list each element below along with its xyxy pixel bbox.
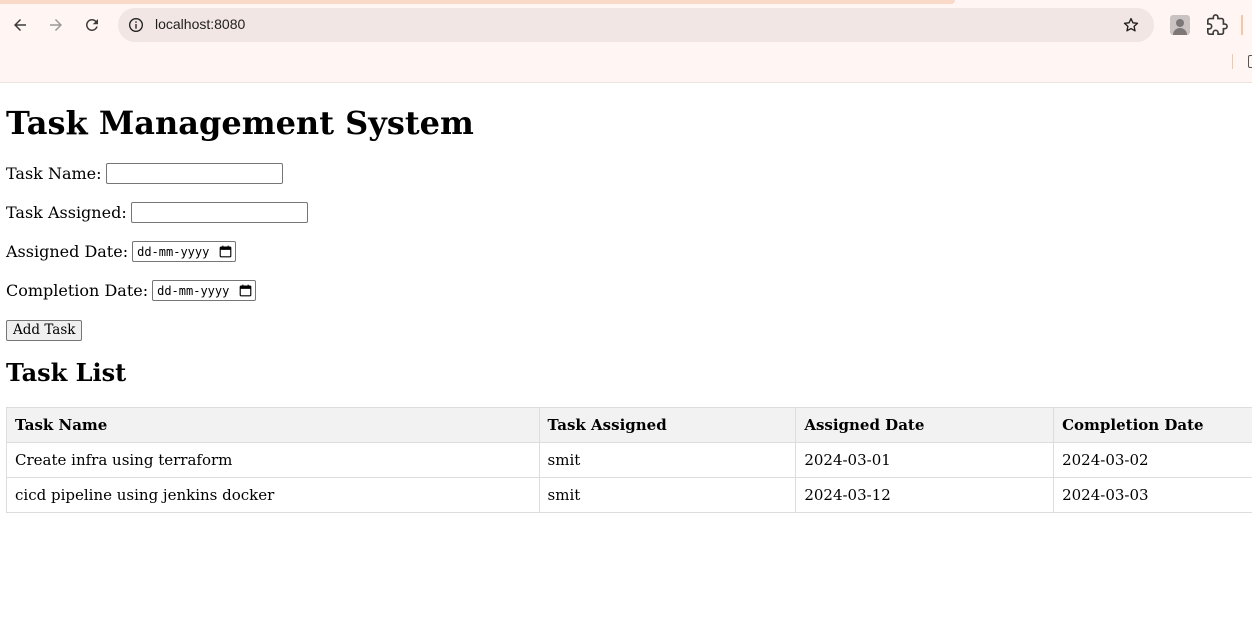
header-assigned-date: Assigned Date bbox=[795, 407, 1055, 443]
header-task-name: Task Name bbox=[6, 407, 540, 443]
table-header-row: Task Name Task Assigned Assigned Date Co… bbox=[6, 407, 1252, 443]
task-table: Task Name Task Assigned Assigned Date Co… bbox=[6, 407, 1252, 513]
task-assigned-label: Task Assigned: bbox=[6, 202, 127, 222]
cell-task-name: cicd pipeline using jenkins docker bbox=[6, 477, 540, 513]
task-list-heading: Task List bbox=[6, 358, 127, 387]
extensions-puzzle-icon[interactable] bbox=[1206, 14, 1228, 36]
header-completion-date: Completion Date bbox=[1053, 407, 1252, 443]
add-task-button[interactable]: Add Task bbox=[6, 320, 83, 341]
bookmarks-bar-divider bbox=[1232, 54, 1233, 69]
browser-toolbar: localhost:8080 bbox=[0, 0, 1252, 83]
page-content: Task Management System Task Name: Task A… bbox=[0, 83, 1252, 642]
toolbar-divider bbox=[1241, 15, 1243, 35]
cell-completion-date: 2024-03-03 bbox=[1053, 477, 1252, 513]
back-arrow-icon bbox=[14, 19, 26, 31]
assigned-date-input[interactable]: dd-mm-yyyy bbox=[132, 241, 237, 262]
completion-date-input[interactable]: dd-mm-yyyy bbox=[152, 280, 257, 301]
cell-completion-date: 2024-03-02 bbox=[1053, 442, 1252, 478]
task-name-input[interactable] bbox=[105, 163, 283, 184]
completion-date-label: Completion Date: bbox=[6, 280, 149, 300]
task-assigned-input[interactable] bbox=[130, 202, 308, 223]
task-name-label: Task Name: bbox=[6, 163, 102, 183]
cell-assigned-date: 2024-03-01 bbox=[795, 442, 1055, 478]
assigned-date-placeholder: dd-mm-yyyy bbox=[137, 244, 210, 259]
cell-task-assigned: smit bbox=[538, 477, 797, 513]
calendar-icon[interactable] bbox=[219, 245, 232, 258]
site-info-icon[interactable] bbox=[128, 17, 144, 33]
calendar-icon[interactable] bbox=[239, 284, 252, 297]
task-assigned-row: Task Assigned: bbox=[6, 202, 308, 223]
assigned-date-row: Assigned Date: dd-mm-yyyy bbox=[6, 241, 237, 262]
cell-assigned-date: 2024-03-12 bbox=[795, 477, 1055, 513]
table-row: Create infra using terraform smit 2024-0… bbox=[6, 442, 1252, 478]
reload-button[interactable] bbox=[78, 11, 106, 39]
completion-date-row: Completion Date: dd-mm-yyyy bbox=[6, 280, 257, 301]
forward-button[interactable] bbox=[42, 11, 70, 39]
address-bar[interactable]: localhost:8080 bbox=[118, 8, 1154, 42]
forward-arrow-icon bbox=[50, 19, 62, 31]
assigned-date-label: Assigned Date: bbox=[6, 241, 129, 261]
profile-avatar-icon[interactable] bbox=[1170, 15, 1190, 35]
page-title: Task Management System bbox=[6, 104, 474, 142]
header-task-assigned: Task Assigned bbox=[538, 407, 797, 443]
bookmark-folder-icon[interactable] bbox=[1248, 55, 1252, 68]
tab-strip-edge bbox=[0, 0, 955, 4]
cell-task-assigned: smit bbox=[538, 442, 797, 478]
completion-date-placeholder: dd-mm-yyyy bbox=[157, 283, 230, 298]
table-row: cicd pipeline using jenkins docker smit … bbox=[6, 477, 1252, 513]
task-name-row: Task Name: bbox=[6, 163, 283, 184]
bookmark-star-icon[interactable] bbox=[1122, 16, 1140, 34]
cell-task-name: Create infra using terraform bbox=[6, 442, 540, 478]
url-text: localhost:8080 bbox=[155, 16, 246, 32]
reload-icon bbox=[85, 18, 98, 31]
back-button[interactable] bbox=[6, 11, 34, 39]
